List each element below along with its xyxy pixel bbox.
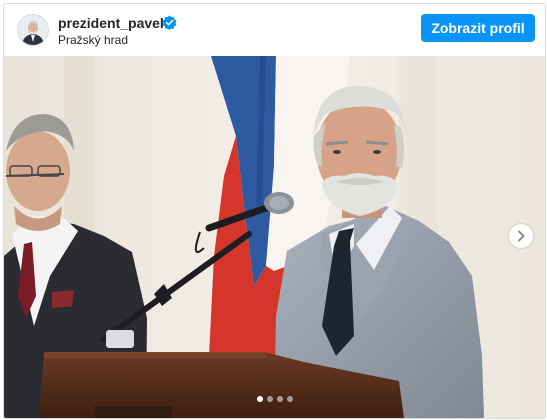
- instagram-post-card: prezident_pavel Pražský hrad Zobrazit pr…: [3, 3, 546, 419]
- carousel-dot-2[interactable]: [266, 396, 273, 402]
- verified-badge-icon: [162, 15, 177, 30]
- view-profile-button[interactable]: Zobrazit profil: [421, 14, 535, 42]
- carousel-dot-4[interactable]: [286, 396, 293, 402]
- post-photo[interactable]: [4, 56, 545, 418]
- avatar[interactable]: [17, 14, 49, 46]
- avatar-image: [18, 15, 48, 45]
- carousel-dot-1[interactable]: [256, 396, 263, 402]
- chevron-right-icon: [518, 230, 525, 242]
- carousel-indicator: [4, 396, 545, 404]
- press-conference-photo: [4, 56, 545, 418]
- post-header: prezident_pavel Pražský hrad Zobrazit pr…: [4, 4, 545, 56]
- username-link[interactable]: prezident_pavel: [58, 15, 164, 31]
- location-link[interactable]: Pražský hrad: [58, 33, 128, 47]
- carousel-next-button[interactable]: [509, 224, 533, 248]
- carousel-dot-3[interactable]: [276, 396, 283, 402]
